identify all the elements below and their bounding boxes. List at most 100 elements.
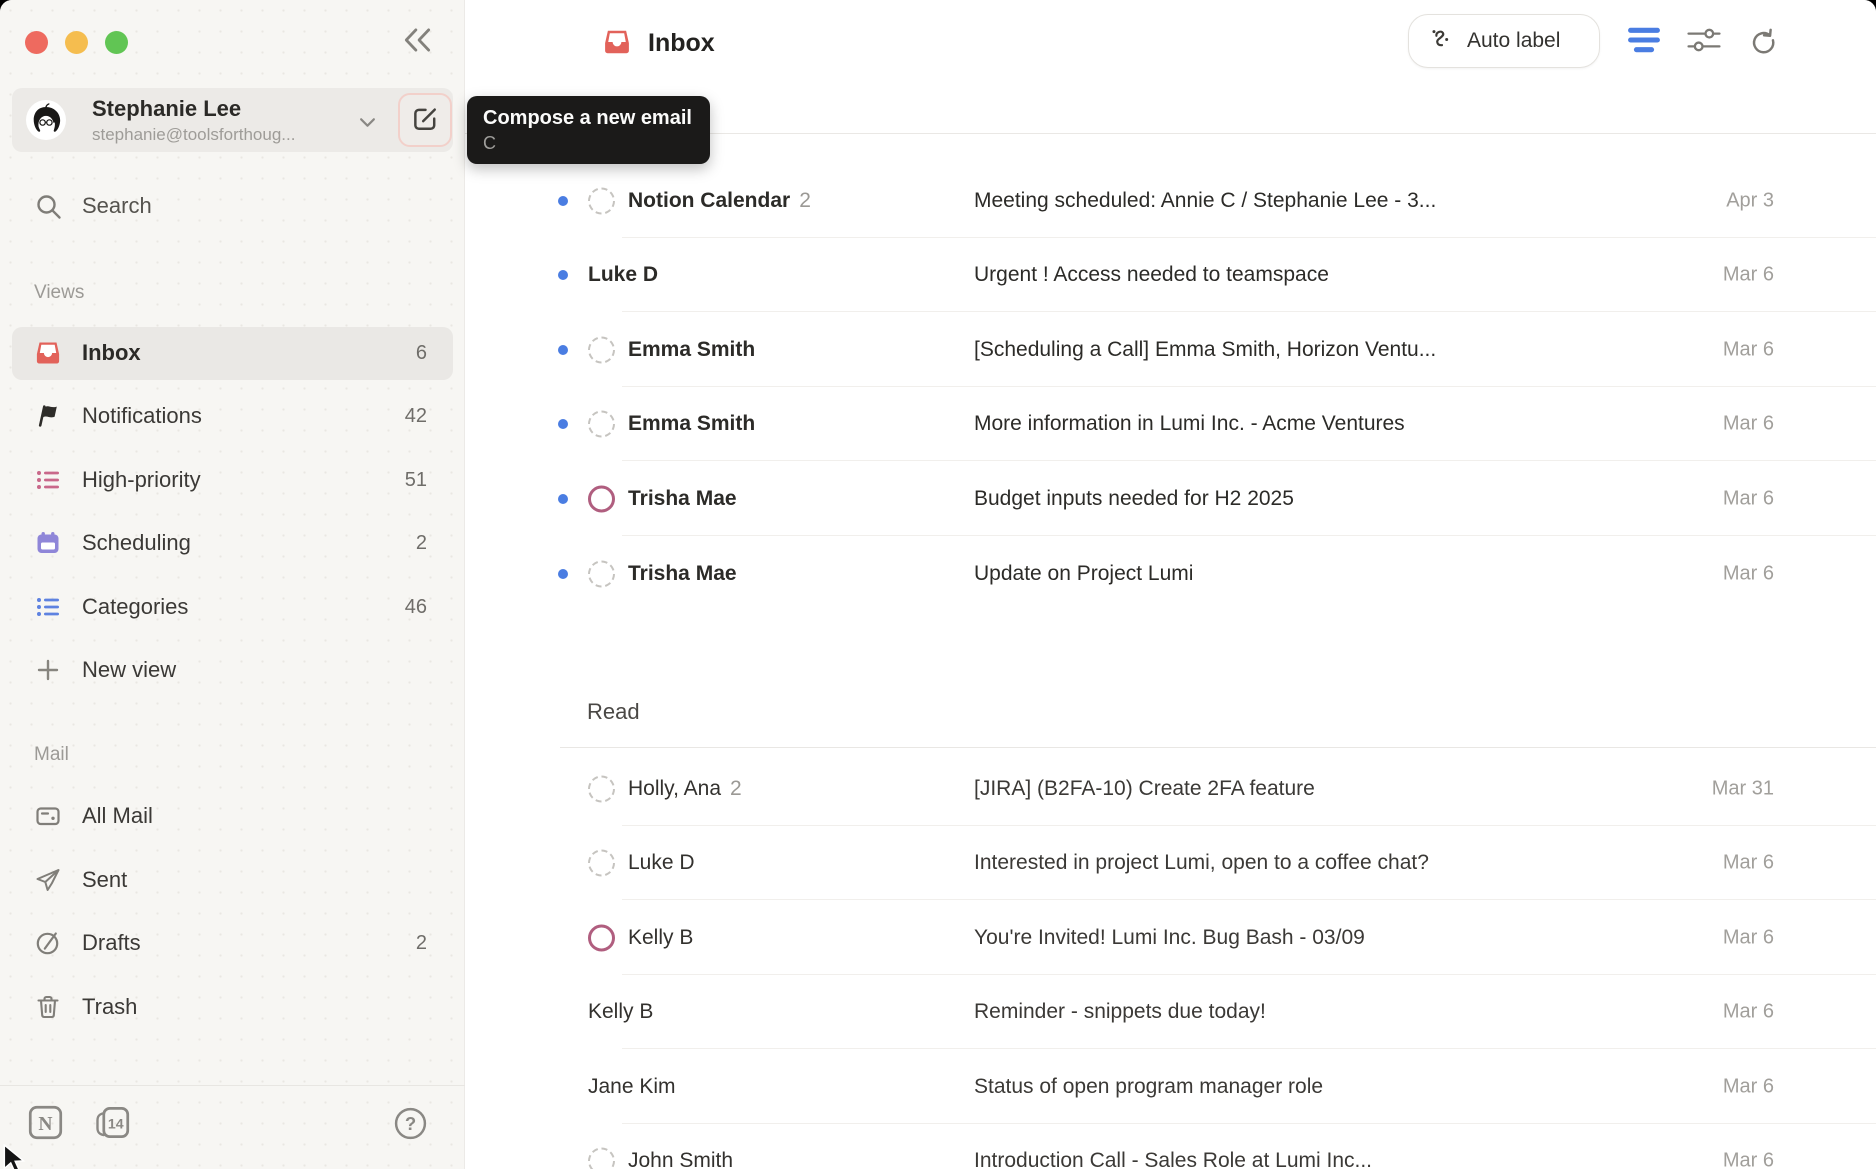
- sidebar: Stephanie Lee stephanie@toolsforthoug...: [0, 0, 465, 1169]
- sidebar-item-sent[interactable]: Sent: [12, 854, 453, 907]
- help-icon: ?: [393, 1129, 428, 1144]
- compose-tooltip: Compose a new email C: [467, 96, 710, 164]
- account-email: stephanie@toolsforthoug...: [92, 125, 295, 145]
- email-row[interactable]: Luke D Urgent ! Access needed to teamspa…: [465, 238, 1876, 312]
- email-row[interactable]: Trisha Mae Budget inputs needed for H2 2…: [465, 462, 1876, 536]
- sent-plane-icon: [34, 866, 62, 894]
- email-date: Mar 6: [1723, 1076, 1774, 1099]
- compose-button[interactable]: [398, 93, 452, 147]
- unread-dot-icon: [558, 345, 568, 355]
- sender-name: Trisha Mae: [628, 487, 737, 510]
- email-date: Mar 6: [1723, 264, 1774, 287]
- email-row[interactable]: Trisha Mae Update on Project Lumi Mar 6: [465, 537, 1876, 611]
- close-window-button[interactable]: [25, 31, 48, 54]
- collapse-sidebar-button[interactable]: [398, 22, 438, 60]
- svg-text:14: 14: [108, 1115, 124, 1131]
- sidebar-item-notifications[interactable]: Notifications 42: [12, 390, 453, 443]
- avatar-placeholder[interactable]: [588, 337, 615, 364]
- email-row[interactable]: Kelly B Reminder - snippets due today! M…: [465, 975, 1876, 1049]
- email-row[interactable]: Emma Smith [Scheduling a Call] Emma Smit…: [465, 313, 1876, 387]
- notion-logo-icon: N: [27, 1129, 64, 1144]
- email-row[interactable]: Kelly B You're Invited! Lumi Inc. Bug Ba…: [465, 901, 1876, 975]
- avatar-placeholder[interactable]: [588, 188, 615, 215]
- avatar-placeholder[interactable]: [588, 1148, 615, 1169]
- app-window: Stephanie Lee stephanie@toolsforthoug...: [0, 0, 1876, 1169]
- page-title: Inbox: [648, 29, 715, 58]
- email-date: Mar 6: [1723, 488, 1774, 511]
- sidebar-item-label: High-priority: [82, 467, 201, 493]
- help-button[interactable]: ?: [393, 1106, 428, 1144]
- categories-list-icon: [34, 593, 62, 621]
- unread-dot-icon: [558, 569, 568, 579]
- email-subject: More information in Lumi Inc. - Acme Ven…: [974, 412, 1405, 436]
- avatar-placeholder[interactable]: [588, 561, 615, 588]
- unread-dot-icon: [558, 270, 568, 280]
- trash-icon: [34, 993, 62, 1021]
- avatar-placeholder[interactable]: [588, 776, 615, 803]
- mouse-cursor: [2, 1144, 28, 1169]
- email-date: Mar 6: [1723, 1150, 1774, 1169]
- email-date: Mar 6: [1723, 339, 1774, 362]
- notion-calendar-icon: 14: [94, 1129, 131, 1144]
- sidebar-item-label: Inbox: [82, 340, 141, 366]
- email-subject: Reminder - snippets due today!: [974, 1000, 1266, 1024]
- avatar-ring[interactable]: [588, 486, 615, 513]
- tooltip-title: Compose a new email: [483, 107, 692, 130]
- email-subject: Update on Project Lumi: [974, 562, 1193, 586]
- sender-name: Kelly B: [588, 1000, 653, 1023]
- inbox-icon: [602, 27, 632, 62]
- notion-calendar-button[interactable]: 14: [94, 1104, 131, 1144]
- email-row[interactable]: Luke D Interested in project Lumi, open …: [465, 826, 1876, 900]
- sidebar-item-drafts[interactable]: Drafts 2: [12, 917, 453, 970]
- chevron-down-icon[interactable]: [359, 115, 376, 133]
- notion-app-button[interactable]: N: [27, 1104, 64, 1144]
- sidebar-item-label: All Mail: [82, 803, 153, 829]
- sidebar-footer-divider: [0, 1085, 465, 1086]
- sidebar-item-label: New view: [82, 657, 176, 683]
- sidebar-item-all-mail[interactable]: All Mail: [12, 790, 453, 843]
- minimize-window-button[interactable]: [65, 31, 88, 54]
- display-settings-button[interactable]: [1687, 26, 1721, 57]
- email-subject: Meeting scheduled: Annie C / Stephanie L…: [974, 189, 1436, 213]
- email-subject: [Scheduling a Call] Emma Smith, Horizon …: [974, 338, 1436, 362]
- email-subject: Urgent ! Access needed to teamspace: [974, 263, 1329, 287]
- search-label: Search: [82, 193, 152, 219]
- sidebar-item-inbox[interactable]: Inbox 6: [12, 327, 453, 380]
- sidebar-item-new-view[interactable]: New view: [12, 644, 453, 697]
- inbox-icon: [34, 339, 62, 367]
- avatar-ring[interactable]: [588, 925, 615, 952]
- plus-icon: [34, 656, 62, 684]
- sidebar-item-label: Notifications: [82, 403, 202, 429]
- refresh-button[interactable]: [1748, 26, 1780, 61]
- email-row[interactable]: Emma Smith More information in Lumi Inc.…: [465, 387, 1876, 461]
- email-row[interactable]: Notion Calendar2 Meeting scheduled: Anni…: [465, 164, 1876, 238]
- account-switcher[interactable]: Stephanie Lee stephanie@toolsforthoug...: [12, 88, 453, 152]
- filter-button[interactable]: [1627, 26, 1661, 57]
- notifications-icon: [34, 402, 62, 430]
- sidebar-item-count: 42: [405, 405, 427, 428]
- email-row[interactable]: Holly, Ana2 [JIRA] (B2FA-10) Create 2FA …: [465, 752, 1876, 826]
- sidebar-item-trash[interactable]: Trash: [12, 981, 453, 1034]
- svg-text:N: N: [38, 1114, 52, 1135]
- sender-name: Emma Smith: [628, 412, 755, 435]
- email-subject: Status of open program manager role: [974, 1075, 1323, 1099]
- email-subject: Budget inputs needed for H2 2025: [974, 487, 1294, 511]
- avatar-placeholder[interactable]: [588, 850, 615, 877]
- drafts-icon: [34, 929, 62, 957]
- search-button[interactable]: Search: [12, 183, 453, 231]
- zoom-window-button[interactable]: [105, 31, 128, 54]
- avatar-placeholder[interactable]: [588, 411, 615, 438]
- sidebar-item-count: 51: [405, 469, 427, 492]
- sidebar-item-scheduling[interactable]: Scheduling 2: [12, 517, 453, 570]
- read-section-divider: [560, 747, 1876, 748]
- email-row[interactable]: John Smith Introduction Call - Sales Rol…: [465, 1124, 1876, 1169]
- sidebar-item-count: 46: [405, 596, 427, 619]
- email-row[interactable]: Jane Kim Status of open program manager …: [465, 1050, 1876, 1124]
- email-date: Mar 6: [1723, 852, 1774, 875]
- sender-name: John Smith: [628, 1149, 733, 1169]
- account-name: Stephanie Lee: [92, 96, 241, 122]
- sidebar-item-high-priority[interactable]: High-priority 51: [12, 454, 453, 507]
- sidebar-item-categories[interactable]: Categories 46: [12, 581, 453, 634]
- auto-label-button[interactable]: Auto label: [1408, 14, 1600, 68]
- views-section-label: Views: [34, 282, 84, 304]
